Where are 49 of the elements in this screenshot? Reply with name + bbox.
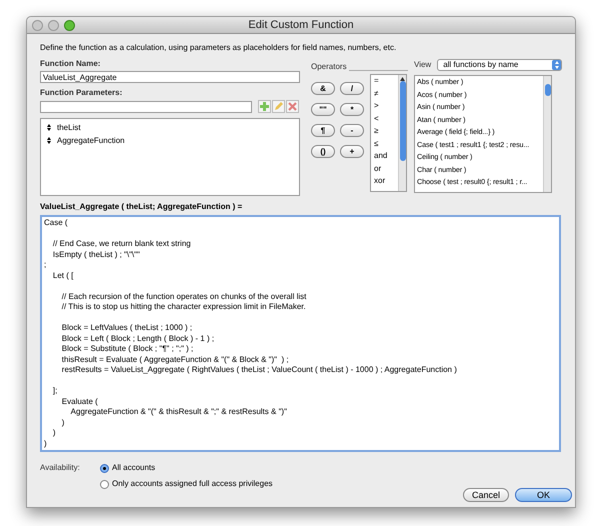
minimize-window-icon[interactable] [48,20,59,30]
field-label: Function Name: [40,59,102,69]
operator-button[interactable]: + [340,145,364,158]
operator-item[interactable]: < [371,112,398,125]
operator-item[interactable]: > [371,100,398,112]
description-text: Define the function as a calculation, using parameters as placeholders for field names, numbers, etc. [40,43,398,53]
zoom-window-icon[interactable] [64,20,75,30]
operator-item[interactable]: ≤ [371,138,398,150]
window-title: Edit Custom Function [247,18,355,33]
field-label: Function Parameters: [40,88,124,98]
operator-button[interactable]: / [340,82,364,95]
radio-label: All accounts [112,462,156,474]
operator-button[interactable]: - [340,124,364,137]
parameter-item[interactable]: theList [57,122,81,134]
operator-button[interactable]: & [311,82,335,95]
radio-button[interactable] [100,480,109,488]
ok-button[interactable]: OK [515,488,572,502]
radio-button[interactable] [100,464,109,472]
pencil-icon [274,102,283,111]
radio-label: Only accounts assigned full access privileges [112,478,273,490]
parameter-item[interactable]: AggregateFunction [57,134,125,146]
close-window-icon[interactable] [32,20,43,30]
view-dropdown[interactable]: all functions by name [437,59,562,71]
plus-icon [260,102,269,111]
operator-item[interactable]: ≠ [371,88,398,100]
parameter-input-field[interactable] [40,100,252,112]
scrollbar[interactable] [398,75,406,191]
availability-label: Availability: [40,462,81,474]
dropdown-arrows-icon [552,60,561,70]
operator-button[interactable]: ¶ [311,124,335,137]
function-name-field[interactable]: ValueList_Aggregate [40,71,300,83]
add-button[interactable] [258,100,271,113]
formula-header: ValueList_Aggregate ( theList; AggregateFunction ) = [40,202,244,212]
operator-item[interactable]: ≥ [371,125,398,138]
delete-icon [288,102,297,111]
operator-item[interactable]: = [371,75,398,88]
operator-button[interactable]: * [340,103,364,116]
view-label: View [414,59,432,71]
operator-button[interactable]: () [311,145,335,158]
delete-button[interactable] [286,100,299,113]
edit-button[interactable] [272,100,285,113]
operator-button[interactable]: "" [311,103,335,116]
operators-label: Operators [311,62,347,72]
operator-item[interactable]: or [371,162,398,175]
scrollbar[interactable] [543,76,551,192]
operator-item[interactable]: xor [371,175,398,188]
formula-editor[interactable]: Case ( // End Case, we return blank text string IsEmpty ( theList ) ; "\"\"" ; Let ( [ // Each recursion of the function operates on chunks of the overall list // This is to stop us hitting the character expression limit in FileMaker. Block = LeftValues ( theList ; 1000 ) ; Block = Left ( Block ; Length ( Block ) - 1 ) ; Block = Substitute ( Block ; "¶" ; ";" ) ; thisResult = Evaluate ( AggregateFunction & "(" & Block & ")" ) ; restResults = ValueList_Aggregate ( RightValues ( theList ; ValueCount ( theList ) - 1000 ) ; AggregateFunction ) ]; Evaluate ( AggregateFunction & "(" & thisResult & ";" & restResults & ")" ) ) ) [40,215,561,452]
cancel-button[interactable]: Cancel [463,488,509,502]
operator-item[interactable]: and [371,150,398,162]
